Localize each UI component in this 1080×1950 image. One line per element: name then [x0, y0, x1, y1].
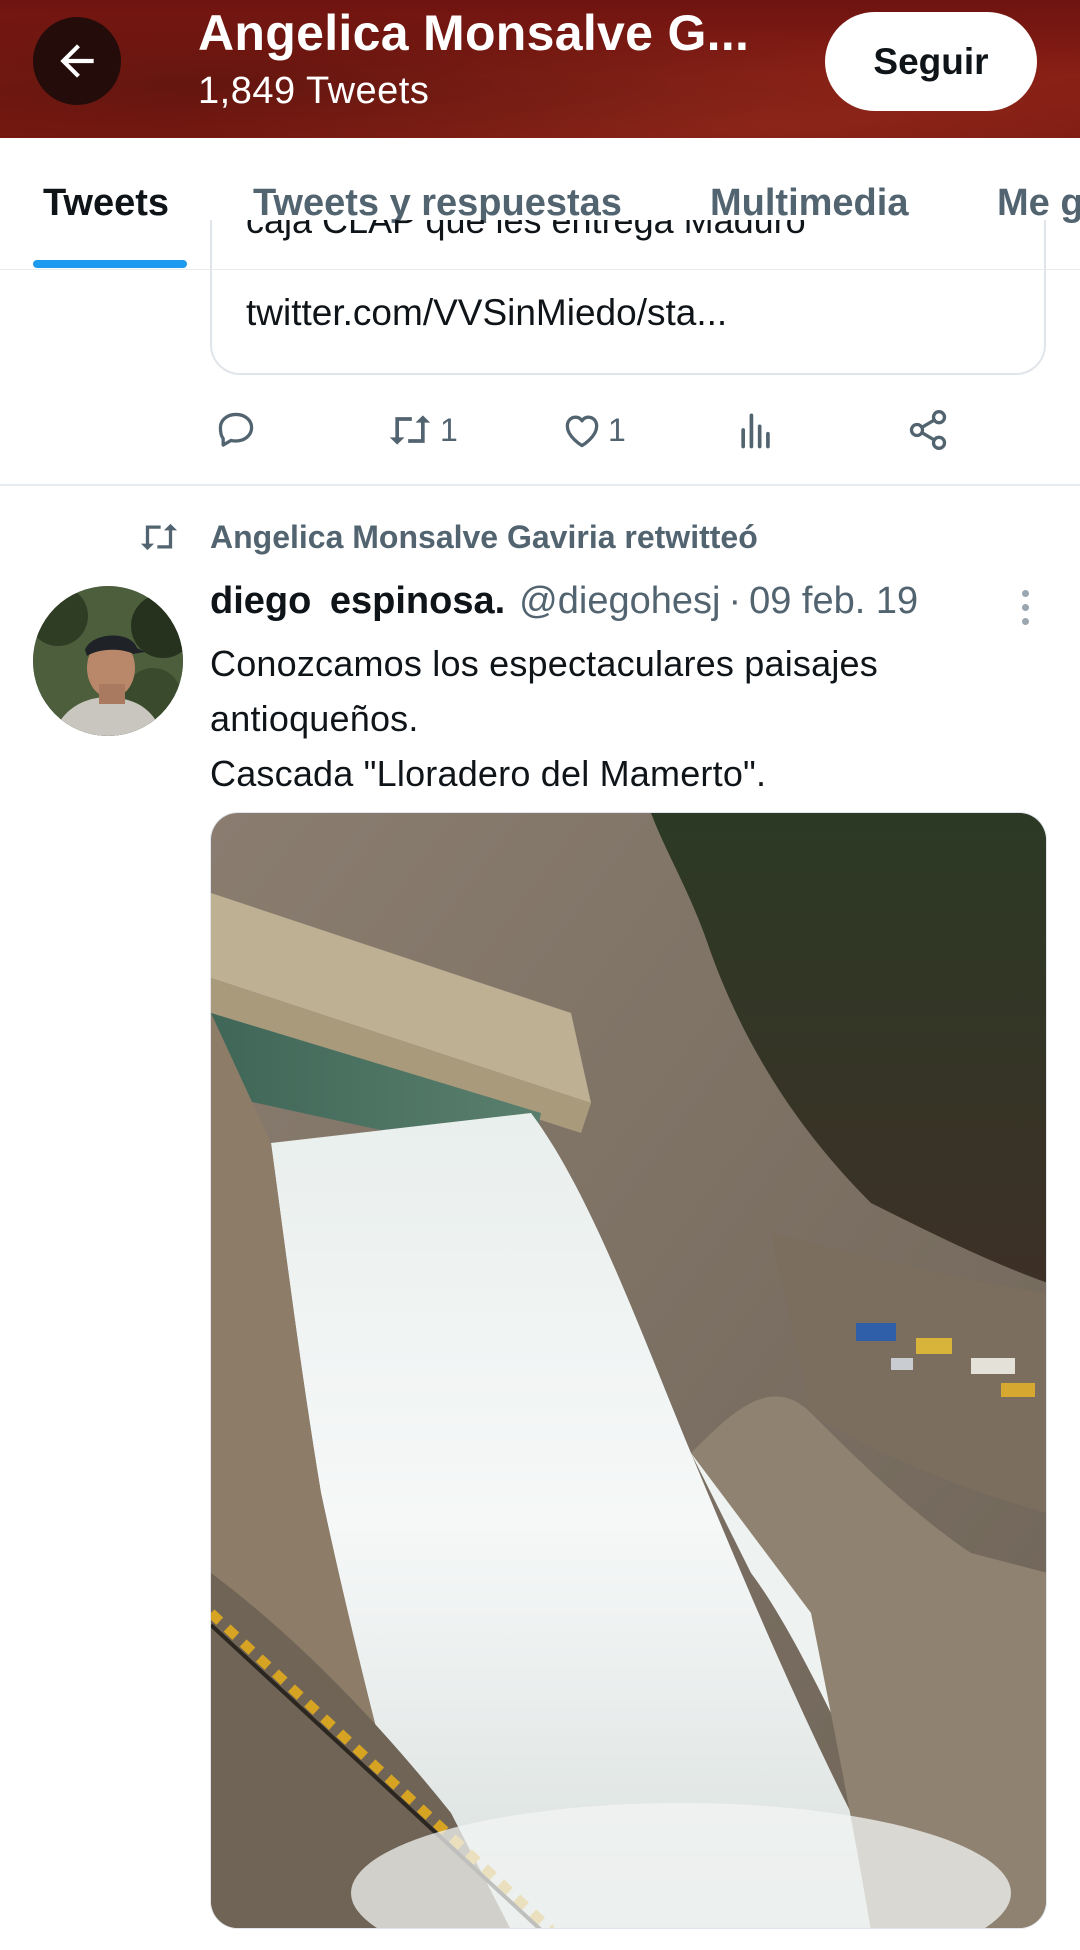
more-dot: [1021, 603, 1029, 611]
tab-tweets-and-replies[interactable]: Tweets y respuestas: [253, 182, 622, 225]
tweet-text: Conozcamos los espectaculares paisajes a…: [210, 636, 1040, 801]
active-tab-indicator: [33, 260, 187, 268]
tweet-header: diego espinosa. @diegohesj · 09 feb. 19: [210, 580, 990, 634]
retweet-icon: [140, 523, 178, 551]
tweet-text-line: Conozcamos los espectaculares paisajes: [210, 643, 878, 684]
heart-icon: [565, 415, 599, 448]
retweet-icon: [389, 415, 431, 445]
tab-media[interactable]: Multimedia: [710, 182, 908, 225]
more-dot: [1021, 589, 1029, 597]
more-dot: [1021, 617, 1029, 625]
like-count: 1: [608, 411, 626, 448]
arrow-left-icon: [60, 44, 94, 78]
tab-tweets[interactable]: Tweets: [43, 182, 169, 225]
quoted-tweet-text: caja CLAP que les entrega Maduro: [246, 220, 806, 241]
separator-dot: ·: [728, 580, 742, 622]
back-button[interactable]: [33, 17, 121, 105]
author-name[interactable]: diego espinosa.: [210, 580, 505, 622]
author-handle[interactable]: @diegohesj: [519, 580, 720, 622]
retweet-button[interactable]: 1: [384, 400, 458, 460]
retweet-context[interactable]: Angelica Monsalve Gaviria retwitteó: [136, 512, 758, 562]
tweet-text-line: antioqueños.: [210, 698, 419, 739]
profile-name-title: Angelica Monsalve G...: [198, 5, 750, 61]
share-button[interactable]: [906, 400, 954, 460]
author-avatar[interactable]: [33, 586, 183, 736]
reply-button[interactable]: [214, 400, 262, 460]
avatar-photo: [33, 586, 183, 736]
reply-icon: [218, 412, 254, 447]
retweet-label: Angelica Monsalve Gaviria retwitteó: [210, 518, 758, 555]
tweet-divider: [0, 484, 1080, 486]
tweet-date[interactable]: 09 feb. 19: [749, 580, 918, 622]
tweet-count: 1,849 Tweets: [198, 70, 430, 112]
follow-button[interactable]: Seguir: [825, 12, 1037, 111]
profile-header: Angelica Monsalve G... 1,849 Tweets Segu…: [0, 0, 1080, 138]
bar-chart-icon: [741, 413, 770, 449]
waterfall-photo: [211, 813, 1046, 1928]
views-button[interactable]: [734, 400, 782, 460]
like-button[interactable]: 1: [560, 400, 626, 460]
retweet-count: 1: [440, 411, 458, 448]
more-options-button[interactable]: [1010, 582, 1040, 632]
tab-likes[interactable]: Me g: [997, 182, 1080, 225]
tweet-text-line: Cascada "Lloradero del Mamerto".: [210, 753, 767, 794]
quoted-tweet-link[interactable]: twitter.com/VVSinMiedo/sta...: [246, 292, 727, 334]
tweet-media-image[interactable]: [210, 812, 1047, 1929]
quoted-tweet-card[interactable]: caja CLAP que les entrega Maduro twitter…: [210, 220, 1046, 375]
tweet-actions: 1 1: [210, 400, 970, 460]
share-icon: [909, 410, 947, 450]
